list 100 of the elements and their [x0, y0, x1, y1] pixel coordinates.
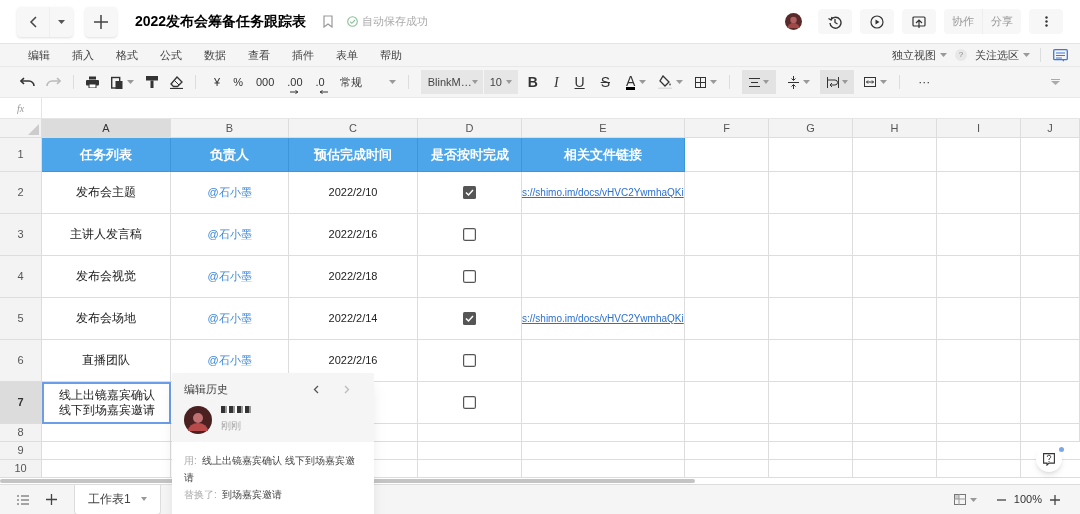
table-cell[interactable]	[937, 138, 1021, 172]
menu-item[interactable]: 插入	[72, 46, 94, 64]
table-cell[interactable]	[685, 298, 769, 340]
table-cell[interactable]	[522, 256, 685, 298]
plus-icon[interactable]	[46, 494, 57, 505]
table-cell[interactable]	[769, 138, 853, 172]
table-cell[interactable]	[685, 340, 769, 382]
font-dropdown[interactable]: BlinkM…	[420, 70, 483, 94]
table-cell[interactable]	[853, 382, 937, 424]
table-cell[interactable]	[937, 298, 1021, 340]
wrap-button[interactable]	[820, 70, 855, 94]
border-icon[interactable]	[695, 76, 707, 88]
table-cell[interactable]	[1021, 382, 1080, 424]
table-cell[interactable]: 发布会场地	[42, 298, 171, 340]
table-cell[interactable]	[1021, 340, 1080, 382]
table-cell[interactable]	[853, 256, 937, 298]
table-cell[interactable]	[937, 172, 1021, 214]
screen-icon[interactable]	[912, 14, 926, 29]
table-cell[interactable]	[418, 424, 522, 442]
bold-button[interactable]: B	[527, 71, 538, 93]
column-header[interactable]: A	[42, 119, 171, 138]
column-header[interactable]: J	[1021, 119, 1080, 138]
table-cell[interactable]	[937, 460, 1021, 478]
strikethrough-button[interactable]: S	[600, 71, 610, 93]
column-header[interactable]: C	[289, 119, 418, 138]
checkbox[interactable]	[463, 270, 476, 283]
column-header[interactable]: B	[171, 119, 289, 138]
menu-item[interactable]: 表单	[336, 46, 358, 64]
table-cell[interactable]	[685, 256, 769, 298]
plus-icon[interactable]	[94, 14, 108, 29]
list-icon[interactable]	[17, 494, 29, 505]
table-cell[interactable]	[685, 424, 769, 442]
table-cell[interactable]	[1021, 298, 1080, 340]
checkbox[interactable]	[463, 396, 476, 409]
column-header[interactable]: D	[418, 119, 522, 138]
chevron-left-icon[interactable]	[313, 384, 319, 394]
table-cell[interactable]	[769, 442, 853, 460]
table-cell[interactable]	[522, 382, 685, 424]
number-format-button[interactable]: .0	[315, 73, 325, 91]
table-cell[interactable]	[853, 442, 937, 460]
checkbox[interactable]	[463, 228, 476, 241]
table-cell[interactable]	[769, 214, 853, 256]
table-cell[interactable]	[685, 382, 769, 424]
table-cell[interactable]	[42, 442, 171, 460]
table-cell[interactable]	[769, 172, 853, 214]
focus-menu[interactable]: 关注选区	[975, 46, 1019, 64]
more-icon[interactable]	[1044, 16, 1048, 27]
collapse-icon[interactable]	[1051, 79, 1060, 85]
help-icon[interactable]	[1043, 452, 1055, 466]
number-format-button[interactable]: 000	[255, 73, 275, 91]
menu-item[interactable]: 编辑	[28, 46, 50, 64]
menu-item[interactable]: 公式	[160, 46, 182, 64]
minus-icon[interactable]	[996, 498, 1006, 501]
font-color-button[interactable]: A	[626, 74, 636, 90]
mention-link[interactable]: @石小墨	[207, 310, 252, 327]
table-cell[interactable]	[769, 340, 853, 382]
table-cell[interactable]	[853, 340, 937, 382]
mention-link[interactable]: @石小墨	[207, 352, 252, 369]
table-cell[interactable]	[853, 214, 937, 256]
table-cell[interactable]	[769, 256, 853, 298]
table-cell[interactable]	[1021, 256, 1080, 298]
table-cell[interactable]	[769, 460, 853, 478]
link[interactable]: s://shimo.im/docs/vHVC2YwmhaQKi	[522, 311, 684, 326]
row-header[interactable]: 4	[0, 256, 42, 298]
table-cell[interactable]: 主讲人发言稿	[42, 214, 171, 256]
row-header[interactable]: 8	[0, 424, 42, 442]
print-icon[interactable]	[86, 76, 99, 88]
column-header[interactable]: F	[685, 119, 769, 138]
table-cell[interactable]	[937, 424, 1021, 442]
table-cell[interactable]	[853, 298, 937, 340]
column-header[interactable]: E	[522, 119, 685, 138]
table-cell[interactable]	[853, 424, 937, 442]
link[interactable]: s://shimo.im/docs/vHVC2YwmhaQKi	[522, 185, 684, 200]
menu-item[interactable]: 查看	[248, 46, 270, 64]
view-menu[interactable]: 独立视图	[892, 46, 936, 64]
table-cell[interactable]	[769, 298, 853, 340]
row-header[interactable]: 5	[0, 298, 42, 340]
table-cell[interactable]	[685, 214, 769, 256]
freeze-icon[interactable]	[953, 494, 966, 505]
new-button[interactable]	[85, 6, 117, 37]
table-cell[interactable]	[937, 214, 1021, 256]
table-cell[interactable]	[418, 442, 522, 460]
table-cell[interactable]	[522, 424, 685, 442]
row-header[interactable]: 9	[0, 442, 42, 460]
wrap-icon[interactable]	[826, 76, 839, 88]
table-cell[interactable]	[685, 460, 769, 478]
table-cell[interactable]	[42, 424, 171, 442]
checkbox[interactable]	[463, 354, 476, 367]
table-cell[interactable]	[685, 172, 769, 214]
table-cell[interactable]	[1021, 424, 1080, 442]
table-cell[interactable]	[853, 460, 937, 478]
number-format-button[interactable]: .00	[287, 73, 303, 91]
italic-button[interactable]: I	[553, 71, 559, 93]
menu-item[interactable]: 插件	[292, 46, 314, 64]
underline-button[interactable]: U	[574, 71, 585, 93]
column-header[interactable]: G	[769, 119, 853, 138]
table-cell[interactable]	[522, 214, 685, 256]
row-header[interactable]: 3	[0, 214, 42, 256]
mention-link[interactable]: @石小墨	[207, 268, 252, 285]
mention-link[interactable]: @石小墨	[207, 184, 252, 201]
